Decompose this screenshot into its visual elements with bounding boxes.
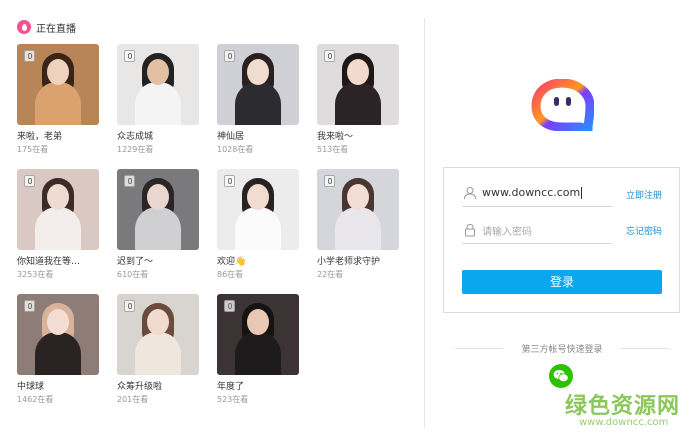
login-form: www.downcc.com 立即注册 请输入密码 忘记密码 登录	[443, 167, 680, 313]
stream-name: 我来啦～	[317, 132, 354, 142]
viewer-count: 610在看	[117, 270, 149, 279]
third-party-login: 第三方帐号快速登录	[455, 341, 669, 355]
viewer-count: 22在看	[317, 270, 344, 279]
mic-icon	[224, 175, 235, 187]
panel-divider	[424, 18, 425, 428]
watermark-title: 绿色资源网	[565, 394, 681, 419]
stream-card[interactable]: 神仙居 1028在看	[217, 44, 299, 154]
viewer-count: 1229在看	[117, 145, 154, 154]
mic-icon	[224, 300, 235, 312]
stream-name: 你知道我在等…	[17, 257, 81, 267]
stream-name: 年度了	[217, 382, 245, 392]
mic-icon	[224, 50, 235, 62]
stream-card[interactable]: 欢迎👋 86在看	[217, 169, 299, 279]
mic-icon	[124, 175, 135, 187]
stream-name: 迟到了～	[117, 257, 154, 267]
stream-thumbnail[interactable]	[217, 294, 299, 375]
username-field[interactable]: www.downcc.com	[462, 182, 612, 207]
mic-icon	[324, 175, 335, 187]
user-icon	[464, 187, 476, 200]
stream-name: 神仙居	[217, 132, 245, 142]
stream-card[interactable]: 你知道我在等… 3253在看	[17, 169, 99, 279]
viewer-count: 1462在看	[17, 395, 54, 404]
stream-name: 小学老师求守护	[317, 257, 381, 267]
mic-icon	[24, 300, 35, 312]
stream-card[interactable]: 来啦，老弟 175在看	[17, 44, 99, 154]
stream-card[interactable]: 我来啦～ 513在看	[317, 44, 399, 154]
stream-card[interactable]: 众筹升级啦 201在看	[117, 294, 199, 404]
wechat-login-button[interactable]	[549, 364, 573, 388]
live-title: 正在直播	[36, 23, 76, 35]
stream-card[interactable]: 迟到了～ 610在看	[117, 169, 199, 279]
stream-thumbnail[interactable]	[17, 169, 99, 250]
mic-icon	[24, 50, 35, 62]
username-input[interactable]: www.downcc.com	[482, 186, 583, 199]
viewer-count: 3253在看	[17, 270, 54, 279]
stream-card[interactable]: 年度了 523在看	[217, 294, 299, 404]
app-logo	[531, 79, 594, 131]
viewer-count: 523在看	[217, 395, 249, 404]
wechat-icon	[553, 369, 569, 383]
stream-thumbnail[interactable]	[117, 169, 199, 250]
lock-icon	[465, 223, 475, 237]
stream-thumbnail[interactable]	[117, 294, 199, 375]
stream-name: 众筹升级啦	[117, 382, 163, 392]
viewer-count: 175在看	[17, 145, 49, 154]
stream-card[interactable]: 众志成城 1229在看	[117, 44, 199, 154]
password-input[interactable]: 请输入密码	[482, 223, 532, 238]
stream-thumbnail[interactable]	[117, 44, 199, 125]
password-field[interactable]: 请输入密码	[462, 219, 612, 244]
stream-name: 众志成城	[117, 132, 154, 142]
mic-icon	[24, 175, 35, 187]
login-button[interactable]: 登录	[462, 270, 662, 294]
stream-thumbnail[interactable]	[217, 44, 299, 125]
register-link[interactable]: 立即注册	[626, 188, 662, 201]
stream-name: 来啦，老弟	[17, 132, 63, 142]
viewer-count: 201在看	[117, 395, 149, 404]
stream-thumbnail[interactable]	[17, 294, 99, 375]
forgot-password-link[interactable]: 忘记密码	[626, 224, 662, 237]
viewer-count: 86在看	[217, 270, 244, 279]
stream-thumbnail[interactable]	[17, 44, 99, 125]
mic-icon	[124, 50, 135, 62]
live-panel: 正在直播 来啦，老弟 175在看 众志成城 1229在看 神仙居 1028在看 我来啦～ 51…	[0, 0, 424, 443]
third-party-label: 第三方帐号快速登录	[521, 345, 603, 355]
stream-name: 中球球	[17, 382, 45, 392]
watermark: 绿色资源网 www.downcc.com	[565, 388, 690, 436]
live-icon	[17, 20, 31, 34]
stream-thumbnail[interactable]	[317, 169, 399, 250]
stream-card[interactable]: 小学老师求守护 22在看	[317, 169, 399, 279]
viewer-count: 1028在看	[217, 145, 254, 154]
live-header: 正在直播	[17, 19, 76, 35]
watermark-url: www.downcc.com	[579, 417, 669, 428]
stream-card[interactable]: 中球球 1462在看	[17, 294, 99, 404]
stream-thumbnail[interactable]	[317, 44, 399, 125]
mic-icon	[324, 50, 335, 62]
stream-name: 欢迎👋	[217, 257, 247, 267]
viewer-count: 513在看	[317, 145, 349, 154]
stream-thumbnail[interactable]	[217, 169, 299, 250]
mic-icon	[124, 300, 135, 312]
